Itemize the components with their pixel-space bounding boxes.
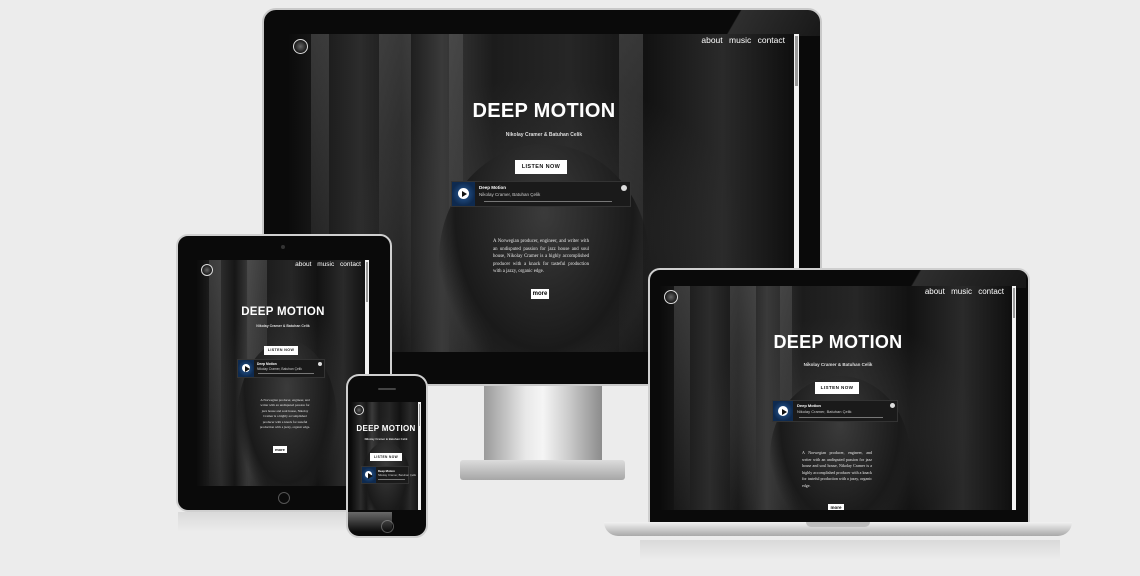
phone-speaker (378, 388, 396, 390)
nav-contact[interactable]: contact (978, 287, 1004, 296)
hero-subtitle: Nikolay Cramer & Batuhan Celik (505, 132, 583, 138)
main-nav: about music contact (697, 35, 785, 45)
desktop-stand-neck (484, 382, 602, 462)
progress-bar[interactable] (484, 201, 612, 202)
scrollbar-thumb[interactable] (795, 36, 798, 86)
music-player: Deep Motion Nikolay Cramer, Batuhan Çeli… (361, 466, 416, 484)
nav-contact[interactable]: contact (758, 35, 785, 45)
desktop-gloss (700, 10, 820, 36)
hero-title: DEEP MOTION (472, 100, 616, 122)
tablet-screen: about music contact DEEP MOTION Nikolay … (197, 260, 369, 486)
track-title: Deep Motion (257, 362, 277, 366)
scrollbar[interactable] (418, 402, 421, 510)
more-button[interactable]: more (531, 289, 549, 299)
bio-text: A Norwegian producer, engineer, and writ… (259, 398, 311, 430)
laptop-notch (806, 522, 870, 527)
nav-music[interactable]: music (951, 287, 972, 296)
main-nav: about music contact (921, 287, 1004, 296)
nav-music[interactable]: music (317, 261, 334, 268)
hero-subtitle: Nikolay Cramer & Batuhan Celik (256, 324, 310, 328)
progress-bar[interactable] (799, 417, 883, 418)
play-button-icon[interactable] (458, 188, 469, 199)
play-button-icon[interactable] (242, 364, 251, 373)
progress-bar[interactable] (378, 479, 405, 480)
nav-contact[interactable]: contact (340, 261, 361, 268)
tablet-camera (281, 245, 285, 249)
more-button[interactable]: more (828, 504, 844, 510)
track-artist: Nikolay Cramer, Batuhan Çelik (257, 367, 302, 371)
hero-subtitle: Nikolay Cramer & Batuhan Celik (803, 362, 873, 367)
listen-now-button[interactable]: LISTEN NOW (815, 382, 859, 394)
track-artist: Nikolay Cramer, Batuhan Çelik (797, 409, 852, 414)
scrollbar-thumb[interactable] (366, 262, 368, 302)
track-title: Deep Motion (797, 403, 821, 408)
site-logo-icon[interactable] (354, 405, 364, 415)
soundcloud-icon[interactable] (621, 185, 627, 191)
play-button-icon[interactable] (778, 406, 788, 416)
scrollbar-thumb[interactable] (419, 404, 420, 426)
floor-reflection (178, 512, 392, 532)
music-player: Deep Motion Nikolay Cramer, Batuhan Çeli… (451, 181, 631, 207)
tablet-home-button (278, 492, 290, 504)
site-logo-icon[interactable] (201, 264, 213, 276)
more-button[interactable]: more (273, 446, 287, 453)
hero-title: DEEP MOTION (773, 332, 903, 352)
scrollbar-thumb[interactable] (1013, 288, 1015, 318)
phone-screen: DEEP MOTION Nikolay Cramer & Batuhan Cel… (351, 402, 421, 510)
scrollbar[interactable] (1012, 286, 1016, 510)
music-player: Deep Motion Nikolay Cramer, Batuhan Çeli… (772, 400, 898, 422)
listen-now-button[interactable]: LISTEN NOW (515, 160, 567, 174)
nav-about[interactable]: about (701, 35, 722, 45)
soundcloud-icon[interactable] (890, 403, 895, 408)
main-nav: about music contact (291, 261, 361, 268)
play-button-icon[interactable] (365, 471, 373, 479)
track-title: Deep Motion (479, 185, 506, 190)
desktop-stand-base (460, 460, 625, 480)
site-logo-icon[interactable] (293, 39, 308, 54)
progress-bar[interactable] (258, 373, 314, 374)
listen-now-button[interactable]: LISTEN NOW (264, 346, 298, 355)
bio-text: A Norwegian producer, engineer, and writ… (493, 239, 589, 275)
track-artist: Nikolay Cramer, Batuhan Çelik (479, 192, 541, 197)
bio-text: A Norwegian producer, engineer, and writ… (802, 450, 872, 488)
nav-about[interactable]: about (925, 287, 945, 296)
hero-subtitle: Nikolay Cramer & Batuhan Celik (364, 437, 408, 441)
nav-music[interactable]: music (729, 35, 751, 45)
hero-title: DEEP MOTION (356, 424, 416, 433)
track-artist: Nikolay Cramer, Batuhan Çelik (378, 473, 417, 477)
nav-about[interactable]: about (295, 261, 311, 268)
listen-now-button[interactable]: LISTEN NOW (370, 453, 402, 461)
soundcloud-icon[interactable] (318, 362, 322, 366)
floor-reflection (640, 540, 1060, 560)
hero-title: DEEP MOTION (241, 306, 325, 318)
music-player: Deep Motion Nikolay Cramer, Batuhan Çeli… (237, 359, 325, 378)
site-logo-icon[interactable] (664, 290, 678, 304)
laptop-screen: about music contact DEEP MOTION Nikolay … (660, 286, 1016, 510)
